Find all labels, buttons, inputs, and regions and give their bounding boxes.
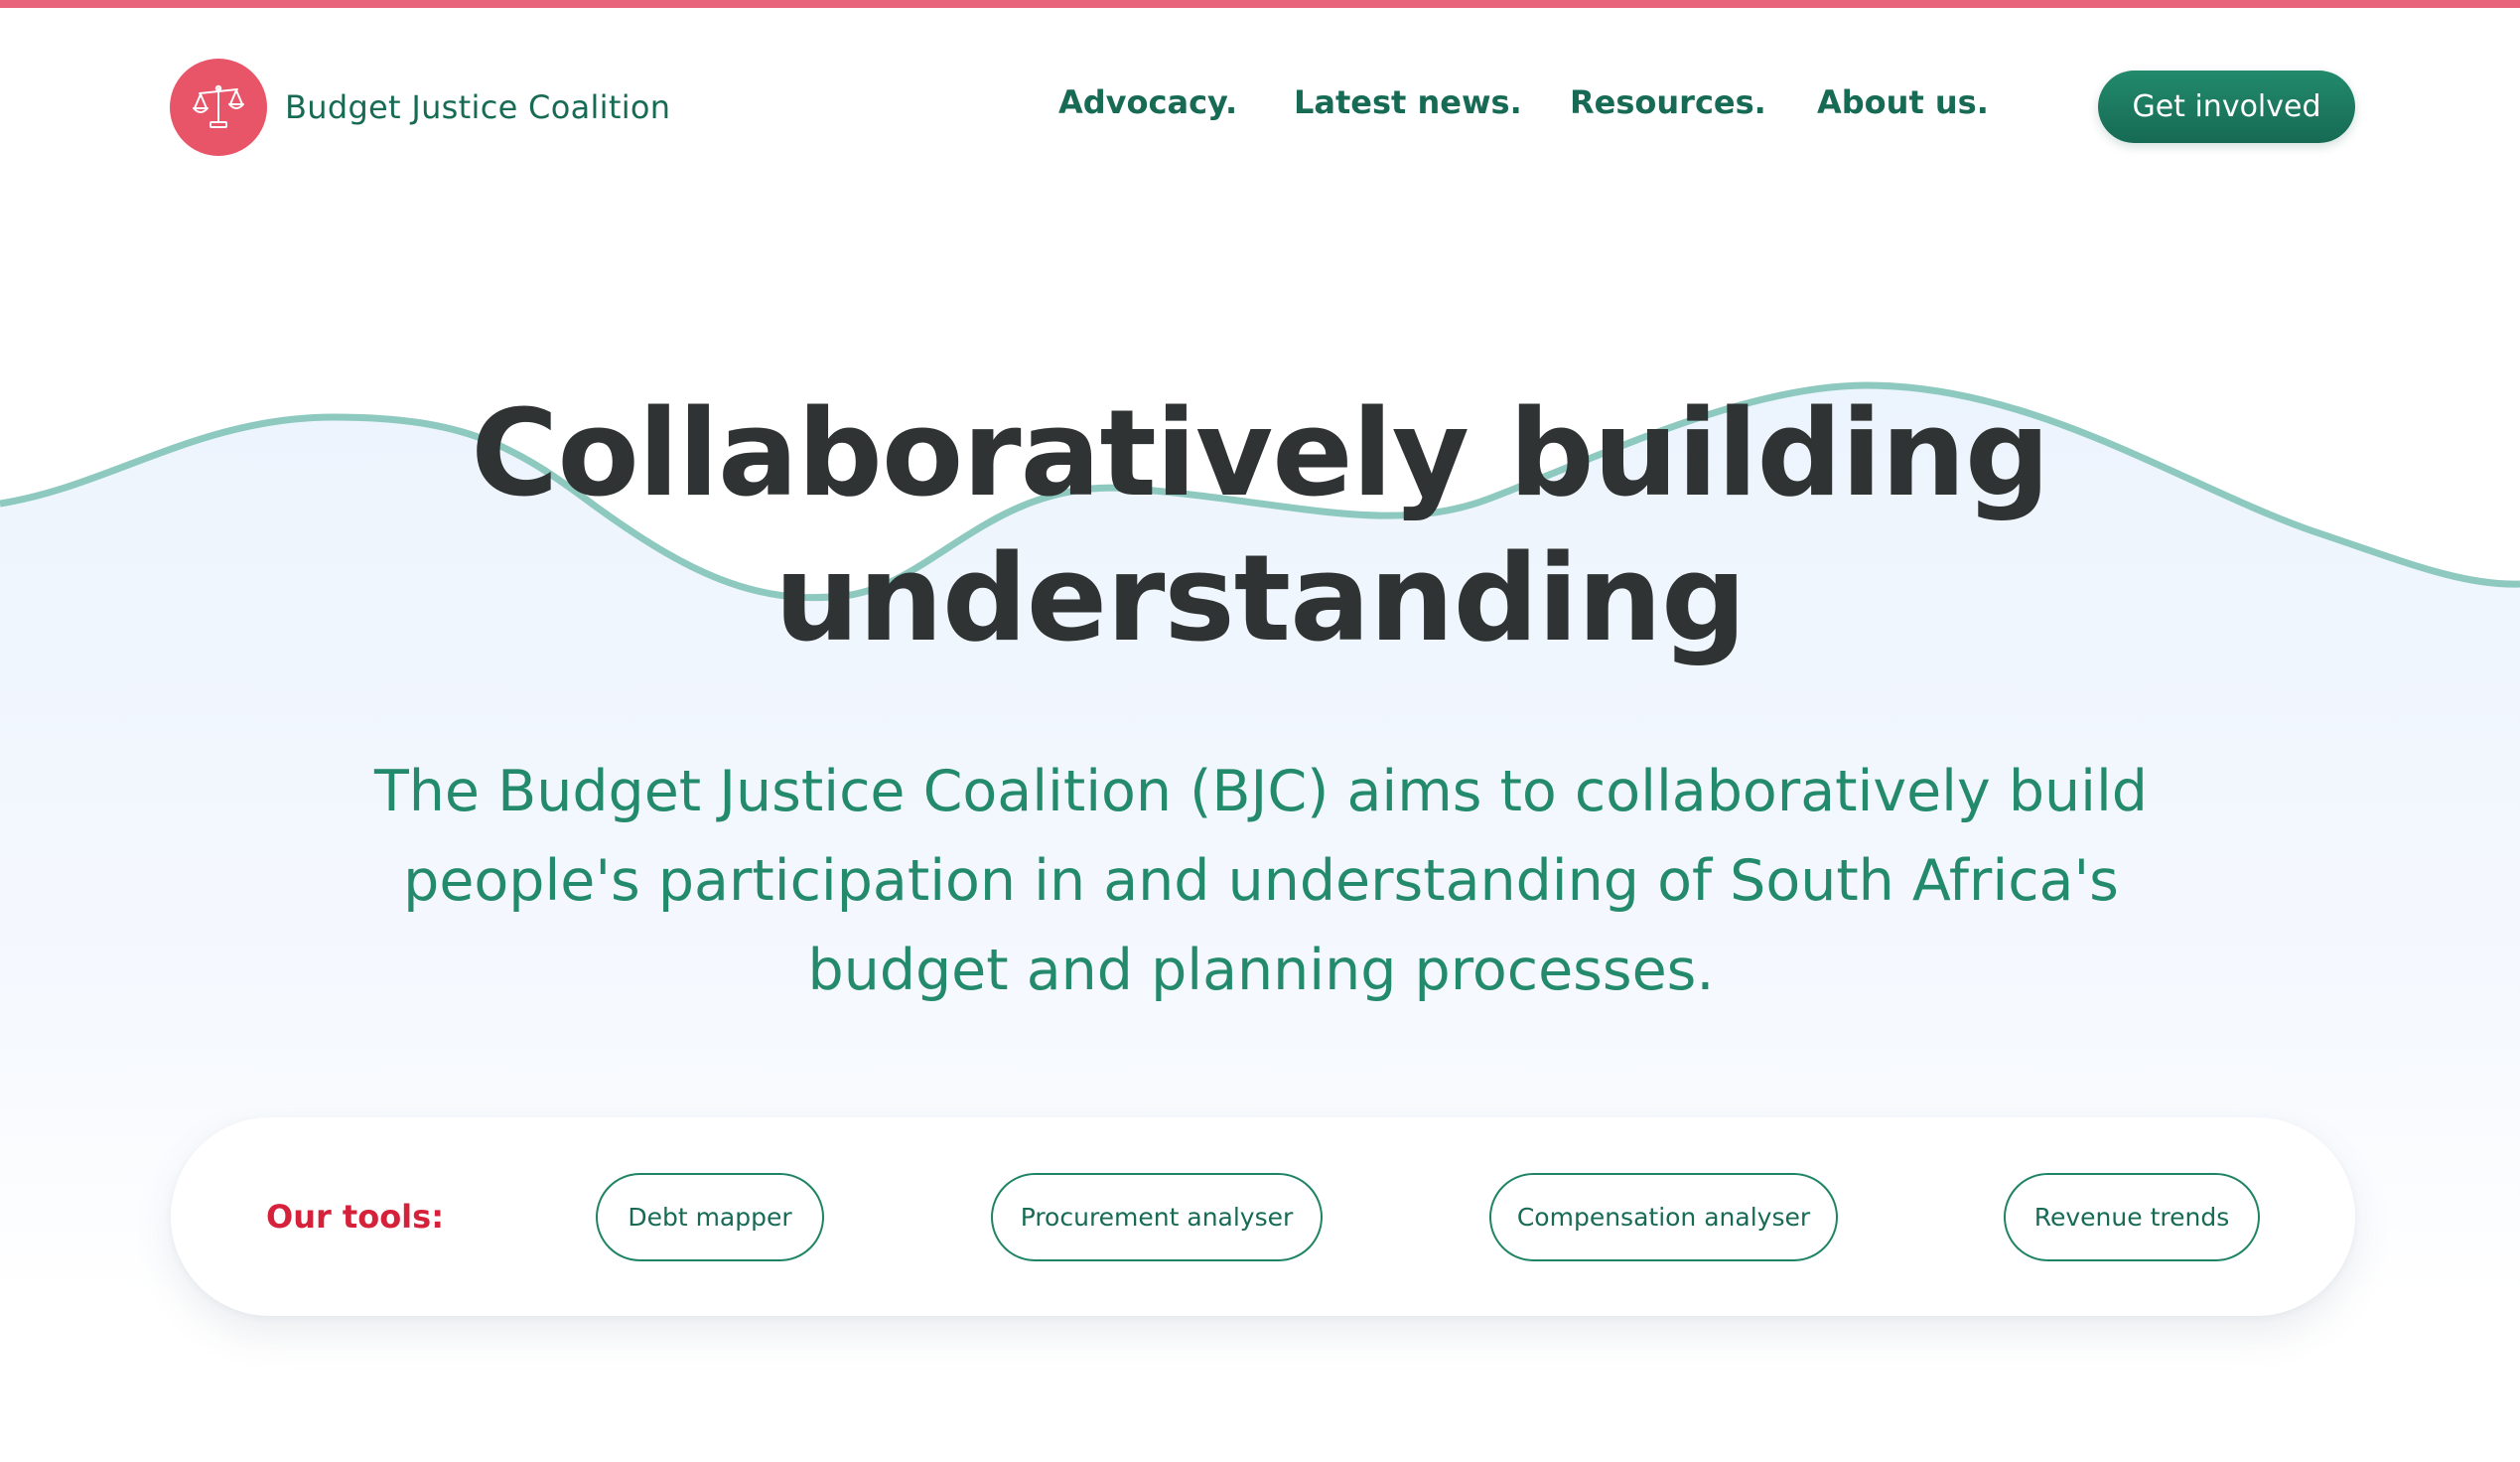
nav-link-about-us[interactable]: About us. (1817, 83, 1989, 121)
tool-procurement-analyser-button[interactable]: Procurement analyser (991, 1173, 1323, 1261)
hero-title-line-1: Collaboratively building (471, 385, 2049, 523)
nav-link-latest-news[interactable]: Latest news. (1294, 83, 1522, 121)
page: Budget Justice Coalition Advocacy. Lates… (0, 0, 2520, 1462)
logo-badge (170, 59, 267, 156)
hero-title: Collaboratively building understanding (0, 382, 2520, 672)
hero-title-line-2: understanding (774, 530, 1747, 668)
brand-name: Budget Justice Coalition (285, 88, 671, 126)
tool-compensation-analyser-button[interactable]: Compensation analyser (1489, 1173, 1838, 1261)
home-logo-link[interactable]: Budget Justice Coalition (170, 59, 670, 156)
hero-lead-text: The Budget Justice Coalition (BJC) aims … (373, 759, 2148, 1003)
tool-revenue-trends-button[interactable]: Revenue trends (2004, 1173, 2260, 1261)
scales-of-justice-icon (193, 84, 244, 128)
get-involved-button[interactable]: Get involved (2098, 71, 2355, 143)
tools-label: Our tools: (266, 1198, 444, 1236)
nav-link-resources[interactable]: Resources. (1570, 83, 1766, 121)
tools-bar: Our tools: Debt mapper Procurement analy… (171, 1117, 2355, 1316)
tool-debt-mapper-button[interactable]: Debt mapper (596, 1173, 824, 1261)
nav-link-advocacy[interactable]: Advocacy. (1058, 83, 1237, 121)
top-accent-bar (0, 0, 2520, 8)
